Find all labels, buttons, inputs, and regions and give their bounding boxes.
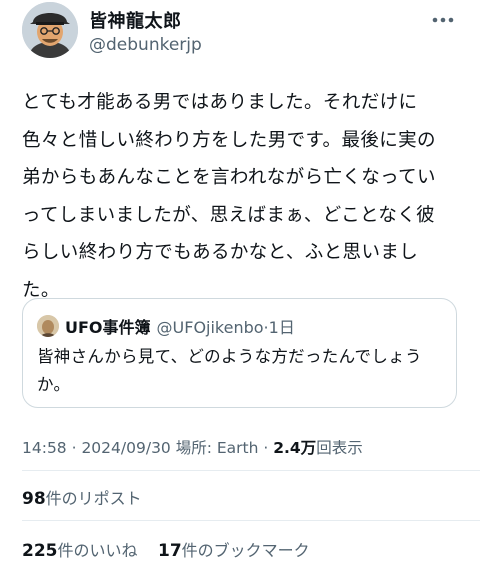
bookmarks-label: 件のブックマーク [181,541,310,560]
reposts-stat[interactable]: 98件のリポスト [22,485,142,509]
author-avatar[interactable] [22,2,78,58]
bookmarks-count: 17 [158,541,182,561]
likes-label: 件のいいね [57,541,138,560]
more-options-icon [432,17,454,23]
views-count: 2.4万 [273,439,317,457]
author-display-name[interactable]: 皆神龍太郎 [89,7,182,33]
author-handle[interactable]: @debunkerjp [89,35,202,55]
divider [22,520,480,521]
likes-count: 225 [22,541,58,561]
tweet-header: 皆神龍太郎 @debunkerjp [0,0,480,76]
quoted-tweet-header: UFO事件簿 @UFOjikenbo·1日 [37,315,295,337]
avatar-illustration-icon [22,2,78,58]
quoted-tweet-text: 皆神さんから見て、どのような方だったんでしょう か。 [37,347,422,394]
quoted-author-handle-time[interactable]: @UFOjikenbo·1日 [157,314,295,338]
quoted-tweet[interactable]: UFO事件簿 @UFOjikenbo·1日 皆神さんから見て、どのような方だった… [22,298,457,408]
quoted-author-avatar[interactable] [37,315,59,337]
tweet-location: 場所: Earth · [175,439,274,457]
divider [22,470,480,471]
tweet-meta: 14:58 · 2024/09/30 場所: Earth · 2.4万回表示 [22,436,363,458]
tweet-timestamp[interactable]: 14:58 · 2024/09/30 [22,439,176,457]
reposts-count: 98 [22,489,46,509]
likes-stat[interactable]: 225件のいいね [22,537,138,561]
bookmarks-stat[interactable]: 17件のブックマーク [158,537,310,561]
quoted-author-name[interactable]: UFO事件簿 [65,314,151,338]
quoted-avatar-icon [37,315,59,337]
more-options-button[interactable] [428,8,458,32]
tweet-body: とても才能ある男ではありました。それだけに 色々と惜しい終わり方をした男です。最… [22,92,436,301]
reposts-label: 件のリポスト [45,489,142,508]
views-label: 回表示 [316,439,363,457]
